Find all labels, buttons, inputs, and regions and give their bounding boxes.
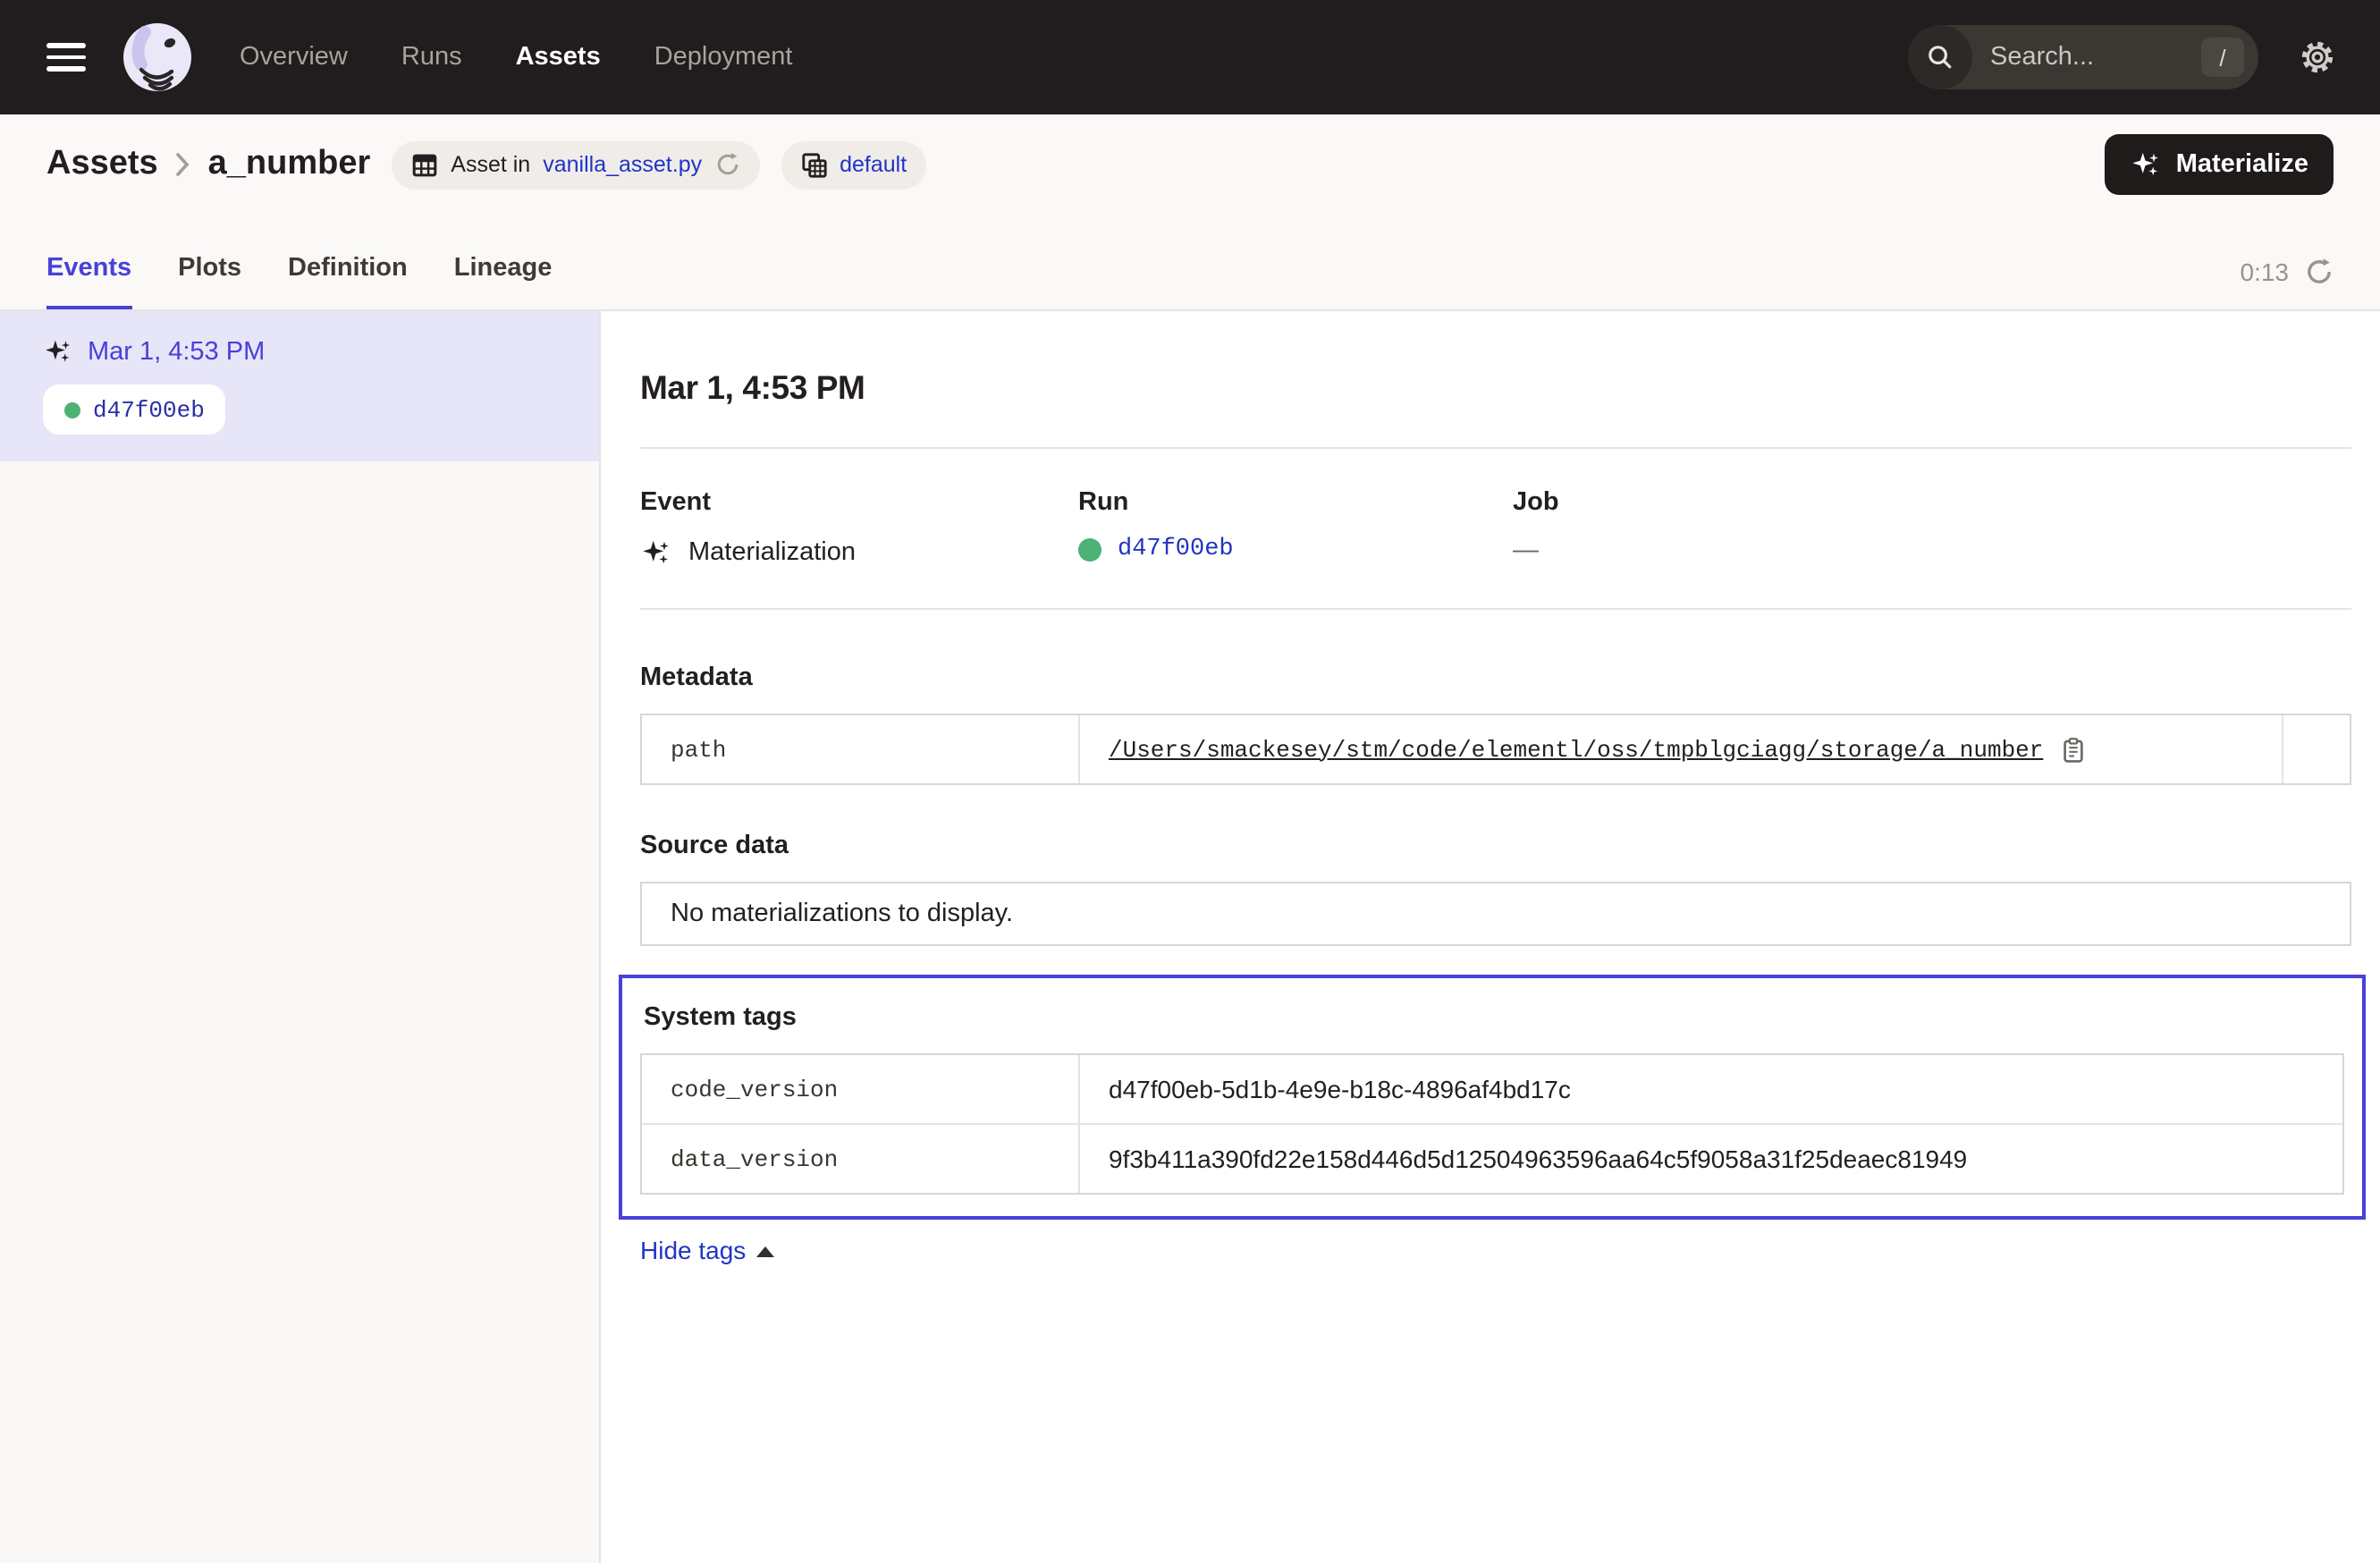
sparkle-icon xyxy=(2130,148,2162,181)
run-status-dot xyxy=(1078,538,1101,562)
tab-plots[interactable]: Plots xyxy=(178,254,241,309)
caret-up-icon xyxy=(756,1246,774,1256)
settings-button[interactable] xyxy=(2298,38,2337,77)
system-tags-section: System tags code_version d47f00eb-5d1b-4… xyxy=(619,975,2366,1220)
divider xyxy=(640,447,2351,449)
tag-value: d47f00eb-5d1b-4e9e-b18c-4896af4bd17c xyxy=(1078,1055,2342,1123)
dagster-logo[interactable] xyxy=(122,21,193,93)
sparkle-icon xyxy=(640,536,672,569)
sparkle-icon xyxy=(43,336,73,367)
breadcrumb: Assets a_number xyxy=(46,145,370,184)
repo-default-link[interactable]: default xyxy=(840,152,907,177)
run-chip[interactable]: d47f00eb xyxy=(43,384,226,435)
top-navbar: Overview Runs Assets Deployment Search..… xyxy=(0,0,2380,114)
job-value: — xyxy=(1513,536,2351,565)
event-type: Materialization xyxy=(688,538,856,567)
tab-lineage[interactable]: Lineage xyxy=(454,254,553,309)
events-sidebar: Mar 1, 4:53 PM d47f00eb xyxy=(0,311,601,1563)
breadcrumb-current: a_number xyxy=(208,145,371,184)
asset-tabs: Events Plots Definition Lineage xyxy=(46,254,552,309)
asset-definition-chip: Asset in vanilla_asset.py xyxy=(392,140,759,189)
nav-deployment[interactable]: Deployment xyxy=(654,43,793,72)
breadcrumb-assets-link[interactable]: Assets xyxy=(46,145,158,184)
materialize-button[interactable]: Materialize xyxy=(2105,134,2334,195)
reload-icon[interactable] xyxy=(714,152,739,177)
navbar-right: Search... / xyxy=(1908,25,2337,89)
event-detail-panel: Mar 1, 4:53 PM Event Materialization Run xyxy=(601,311,2380,1563)
event-info: Event Materialization Run d47f00eb xyxy=(640,488,2351,569)
chevron-right-icon xyxy=(176,152,190,177)
refresh-icon[interactable] xyxy=(2305,258,2334,286)
run-label: Run xyxy=(1078,488,1513,517)
system-tags-heading: System tags xyxy=(644,1003,2344,1032)
gear-icon xyxy=(2298,38,2337,77)
source-data-empty-message: No materializations to display. xyxy=(640,882,2351,946)
asset-chip-prefix: Asset in xyxy=(451,152,530,177)
primary-nav: Overview Runs Assets Deployment xyxy=(240,43,792,72)
search-icon-wrap xyxy=(1908,25,1972,89)
search-input[interactable]: Search... / xyxy=(1908,25,2258,89)
tab-definition[interactable]: Definition xyxy=(288,254,408,309)
metadata-table: path /Users/smackesey/stm/code/elementl/… xyxy=(640,714,2351,785)
search-placeholder: Search... xyxy=(1990,43,2094,72)
event-timestamp-title: Mar 1, 4:53 PM xyxy=(640,368,2351,408)
repo-chip: default xyxy=(781,140,926,189)
source-data-section: Source data No materializations to displ… xyxy=(640,832,2351,946)
metadata-endcap-cell xyxy=(2282,715,2350,783)
system-tags-table: code_version d47f00eb-5d1b-4e9e-b18c-489… xyxy=(640,1053,2344,1195)
event-list-item[interactable]: Mar 1, 4:53 PM d47f00eb xyxy=(0,311,599,461)
copy-icon xyxy=(2059,736,2086,763)
table-icon xyxy=(411,151,438,178)
metadata-section: Metadata path /Users/smackesey/stm/code/… xyxy=(640,663,2351,785)
page-header: Assets a_number Asset in vanilla_asset.p… xyxy=(0,114,2380,311)
hide-tags-link[interactable]: Hide tags xyxy=(640,1236,774,1264)
job-label: Job xyxy=(1513,488,2351,517)
event-item-timestamp: Mar 1, 4:53 PM xyxy=(88,337,265,366)
run-chip-id: d47f00eb xyxy=(93,396,205,423)
event-label: Event xyxy=(640,488,1078,517)
source-data-heading: Source data xyxy=(640,832,2351,860)
run-status-dot xyxy=(64,401,80,418)
repo-icon xyxy=(800,151,827,178)
refresh-countdown: 0:13 xyxy=(2241,258,2290,286)
tag-value: 9f3b411a390fd22e158d446d5d12504963596aa6… xyxy=(1078,1123,2342,1193)
path-link[interactable]: /Users/smackesey/stm/code/elementl/oss/t… xyxy=(1109,736,2043,763)
nav-assets[interactable]: Assets xyxy=(516,43,601,72)
tag-key: data_version xyxy=(642,1123,1078,1193)
refresh-timer: 0:13 xyxy=(2241,258,2334,309)
nav-runs[interactable]: Runs xyxy=(401,43,462,72)
divider xyxy=(640,608,2351,610)
metadata-key: path xyxy=(642,715,1078,783)
tab-events[interactable]: Events xyxy=(46,254,131,309)
metadata-heading: Metadata xyxy=(640,663,2351,692)
run-id-link[interactable]: d47f00eb xyxy=(1118,536,1234,563)
copy-path-button[interactable] xyxy=(2059,736,2086,763)
nav-overview[interactable]: Overview xyxy=(240,43,348,72)
asset-file-link[interactable]: vanilla_asset.py xyxy=(543,152,702,177)
menu-button[interactable] xyxy=(46,43,86,72)
search-icon xyxy=(1926,43,1954,72)
tag-key: code_version xyxy=(642,1055,1078,1123)
app-window: Overview Runs Assets Deployment Search..… xyxy=(0,0,2380,1563)
search-shortcut-badge: / xyxy=(2201,38,2244,77)
